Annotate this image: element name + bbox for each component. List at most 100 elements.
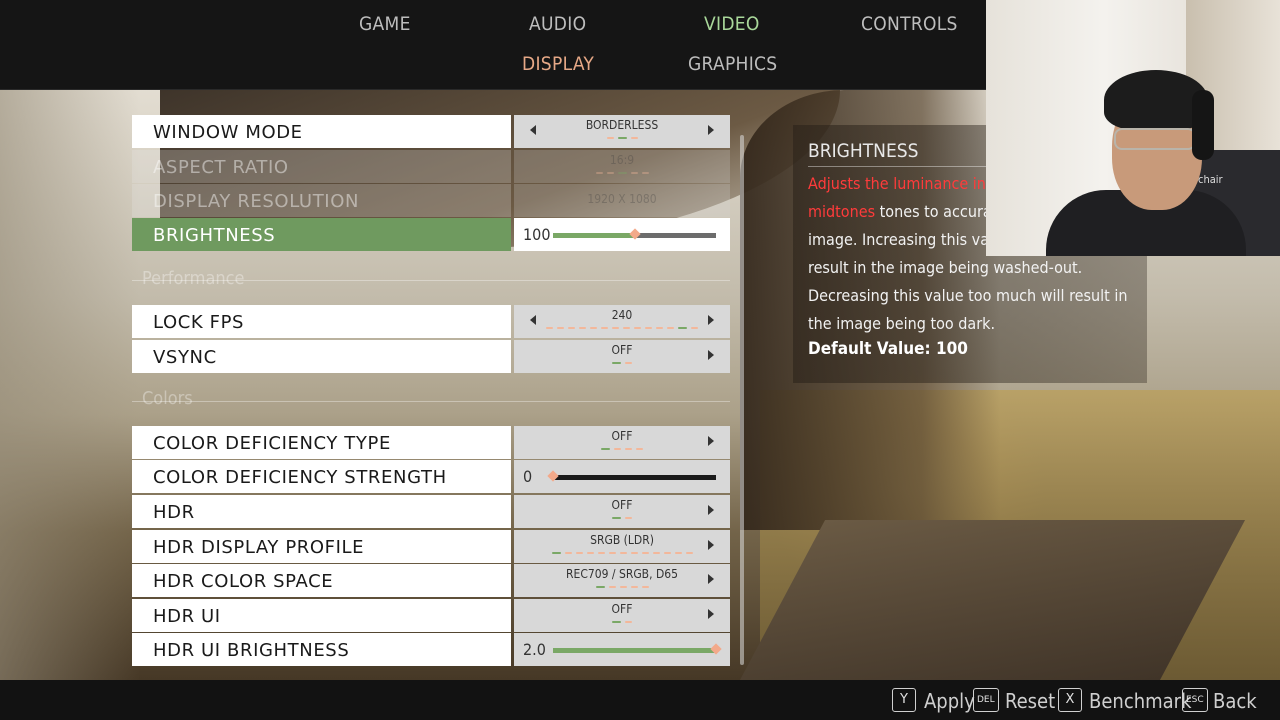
color-deficiency-strength-slider[interactable]: 0 [514, 460, 730, 493]
lock-fps-selector[interactable]: 240 [514, 305, 730, 338]
x-key-icon: X [1058, 688, 1082, 712]
option-indicator [514, 172, 730, 174]
slider-track[interactable] [553, 643, 722, 655]
setting-color-deficiency-strength[interactable]: COLOR DEFICIENCY STRENGTH 0 [132, 460, 730, 493]
window-mode-selector[interactable]: BORDERLESS [514, 115, 730, 148]
description-default-value: Default Value: 100 [808, 339, 968, 359]
selector-value: 16:9 [609, 153, 635, 167]
slider-fill [553, 233, 635, 238]
webcam-chair-text: chair [1198, 173, 1223, 186]
setting-label: WINDOW MODE [132, 115, 511, 148]
arrow-right-icon[interactable] [708, 574, 714, 584]
arrow-right-icon[interactable] [708, 505, 714, 515]
setting-label: BRIGHTNESS [132, 218, 511, 251]
section-label-performance: Performance [142, 268, 245, 289]
arrow-right-icon[interactable] [708, 609, 714, 619]
tab-audio[interactable]: AUDIO [529, 13, 586, 35]
settings-list: WINDOW MODE BORDERLESS ASPECT RATIO 16:9… [132, 113, 732, 669]
color-deficiency-type-selector[interactable]: OFF [514, 426, 730, 459]
option-indicator [514, 621, 730, 623]
section-divider [132, 280, 730, 281]
setting-label: DISPLAY RESOLUTION [132, 184, 511, 217]
setting-hdr-color-space[interactable]: HDR COLOR SPACE REC709 / SRGB, D65 [132, 564, 730, 597]
headset-icon [1192, 90, 1214, 160]
setting-hdr-ui-brightness[interactable]: HDR UI BRIGHTNESS 2.0 [132, 633, 730, 666]
background-shade [0, 90, 140, 680]
settings-scrollbar[interactable] [740, 135, 744, 665]
setting-label: COLOR DEFICIENCY STRENGTH [132, 460, 511, 493]
slider-fill [553, 648, 716, 653]
setting-vsync[interactable]: VSYNC OFF [132, 340, 730, 373]
setting-label: HDR DISPLAY PROFILE [132, 530, 511, 563]
hdr-ui-selector[interactable]: OFF [514, 599, 730, 632]
slider-value: 2.0 [523, 640, 546, 659]
option-indicator [514, 586, 730, 588]
benchmark-button[interactable]: X Benchmark [1058, 688, 1192, 714]
selector-value: 240 [611, 308, 633, 322]
description-title: BRIGHTNESS [808, 140, 919, 162]
tab-controls[interactable]: CONTROLS [861, 13, 958, 35]
slider-knob[interactable] [547, 470, 559, 482]
setting-label: ASPECT RATIO [132, 150, 511, 183]
selector-value: SRGB (LDR) [590, 533, 654, 547]
section-label-colors: Colors [142, 388, 193, 409]
arrow-right-icon[interactable] [708, 125, 714, 135]
setting-hdr-ui[interactable]: HDR UI OFF [132, 599, 730, 632]
esc-key-icon: ESC [1182, 688, 1208, 712]
tab-video[interactable]: VIDEO [704, 13, 760, 35]
reset-label: Reset [1005, 689, 1056, 713]
subtab-display[interactable]: DISPLAY [522, 53, 594, 75]
setting-hdr-display-profile[interactable]: HDR DISPLAY PROFILE SRGB (LDR) [132, 530, 730, 563]
arrow-right-icon[interactable] [708, 540, 714, 550]
setting-label: HDR UI BRIGHTNESS [132, 633, 511, 666]
webcam-overlay: chair [986, 0, 1280, 256]
option-indicator [514, 552, 730, 554]
setting-brightness[interactable]: BRIGHTNESS 100 [132, 218, 730, 251]
selector-value: OFF [611, 498, 633, 512]
subtab-graphics[interactable]: GRAPHICS [688, 53, 777, 75]
setting-hdr[interactable]: HDR OFF [132, 495, 730, 528]
apply-button[interactable]: Y Apply [892, 688, 975, 714]
setting-label: HDR [132, 495, 511, 528]
back-button[interactable]: ESC Back [1182, 688, 1257, 714]
hdr-ui-brightness-slider[interactable]: 2.0 [514, 633, 730, 666]
option-indicator [514, 448, 730, 450]
setting-label: VSYNC [132, 340, 511, 373]
y-key-icon: Y [892, 688, 916, 712]
selector-value: 1920 x 1080 [587, 192, 657, 206]
setting-label: HDR COLOR SPACE [132, 564, 511, 597]
slider-track[interactable] [547, 470, 716, 482]
selector-value: OFF [611, 602, 633, 616]
option-indicator [514, 362, 730, 364]
hdr-display-profile-selector[interactable]: SRGB (LDR) [514, 530, 730, 563]
selector-value: BORDERLESS [585, 118, 659, 132]
background-bridge [740, 520, 1246, 680]
option-indicator [514, 517, 730, 519]
setting-aspect-ratio: ASPECT RATIO 16:9 [132, 150, 730, 183]
setting-lock-fps[interactable]: LOCK FPS 240 [132, 305, 730, 338]
setting-color-deficiency-type[interactable]: COLOR DEFICIENCY TYPE OFF [132, 426, 730, 459]
arrow-right-icon[interactable] [708, 436, 714, 446]
arrow-right-icon[interactable] [708, 350, 714, 360]
setting-label: HDR UI [132, 599, 511, 632]
section-divider [132, 401, 730, 402]
del-key-icon: DEL [973, 688, 999, 712]
option-indicator [514, 137, 730, 139]
arrow-right-icon[interactable] [708, 315, 714, 325]
brightness-slider[interactable]: 100 [514, 218, 730, 251]
option-indicator [514, 327, 730, 329]
setting-label: COLOR DEFICIENCY TYPE [132, 426, 511, 459]
hdr-color-space-selector[interactable]: REC709 / SRGB, D65 [514, 564, 730, 597]
tab-game[interactable]: GAME [359, 13, 411, 35]
reset-button[interactable]: DEL Reset [973, 688, 1055, 714]
slider-track[interactable] [553, 228, 716, 240]
selector-value: REC709 / SRGB, D65 [566, 567, 678, 581]
vsync-selector[interactable]: OFF [514, 340, 730, 373]
setting-label: LOCK FPS [132, 305, 511, 338]
back-label: Back [1213, 689, 1257, 713]
setting-window-mode[interactable]: WINDOW MODE BORDERLESS [132, 115, 730, 148]
slider-value: 100 [523, 225, 551, 244]
setting-display-resolution: DISPLAY RESOLUTION 1920 x 1080 [132, 184, 730, 217]
hdr-selector[interactable]: OFF [514, 495, 730, 528]
selector-value: OFF [611, 429, 633, 443]
